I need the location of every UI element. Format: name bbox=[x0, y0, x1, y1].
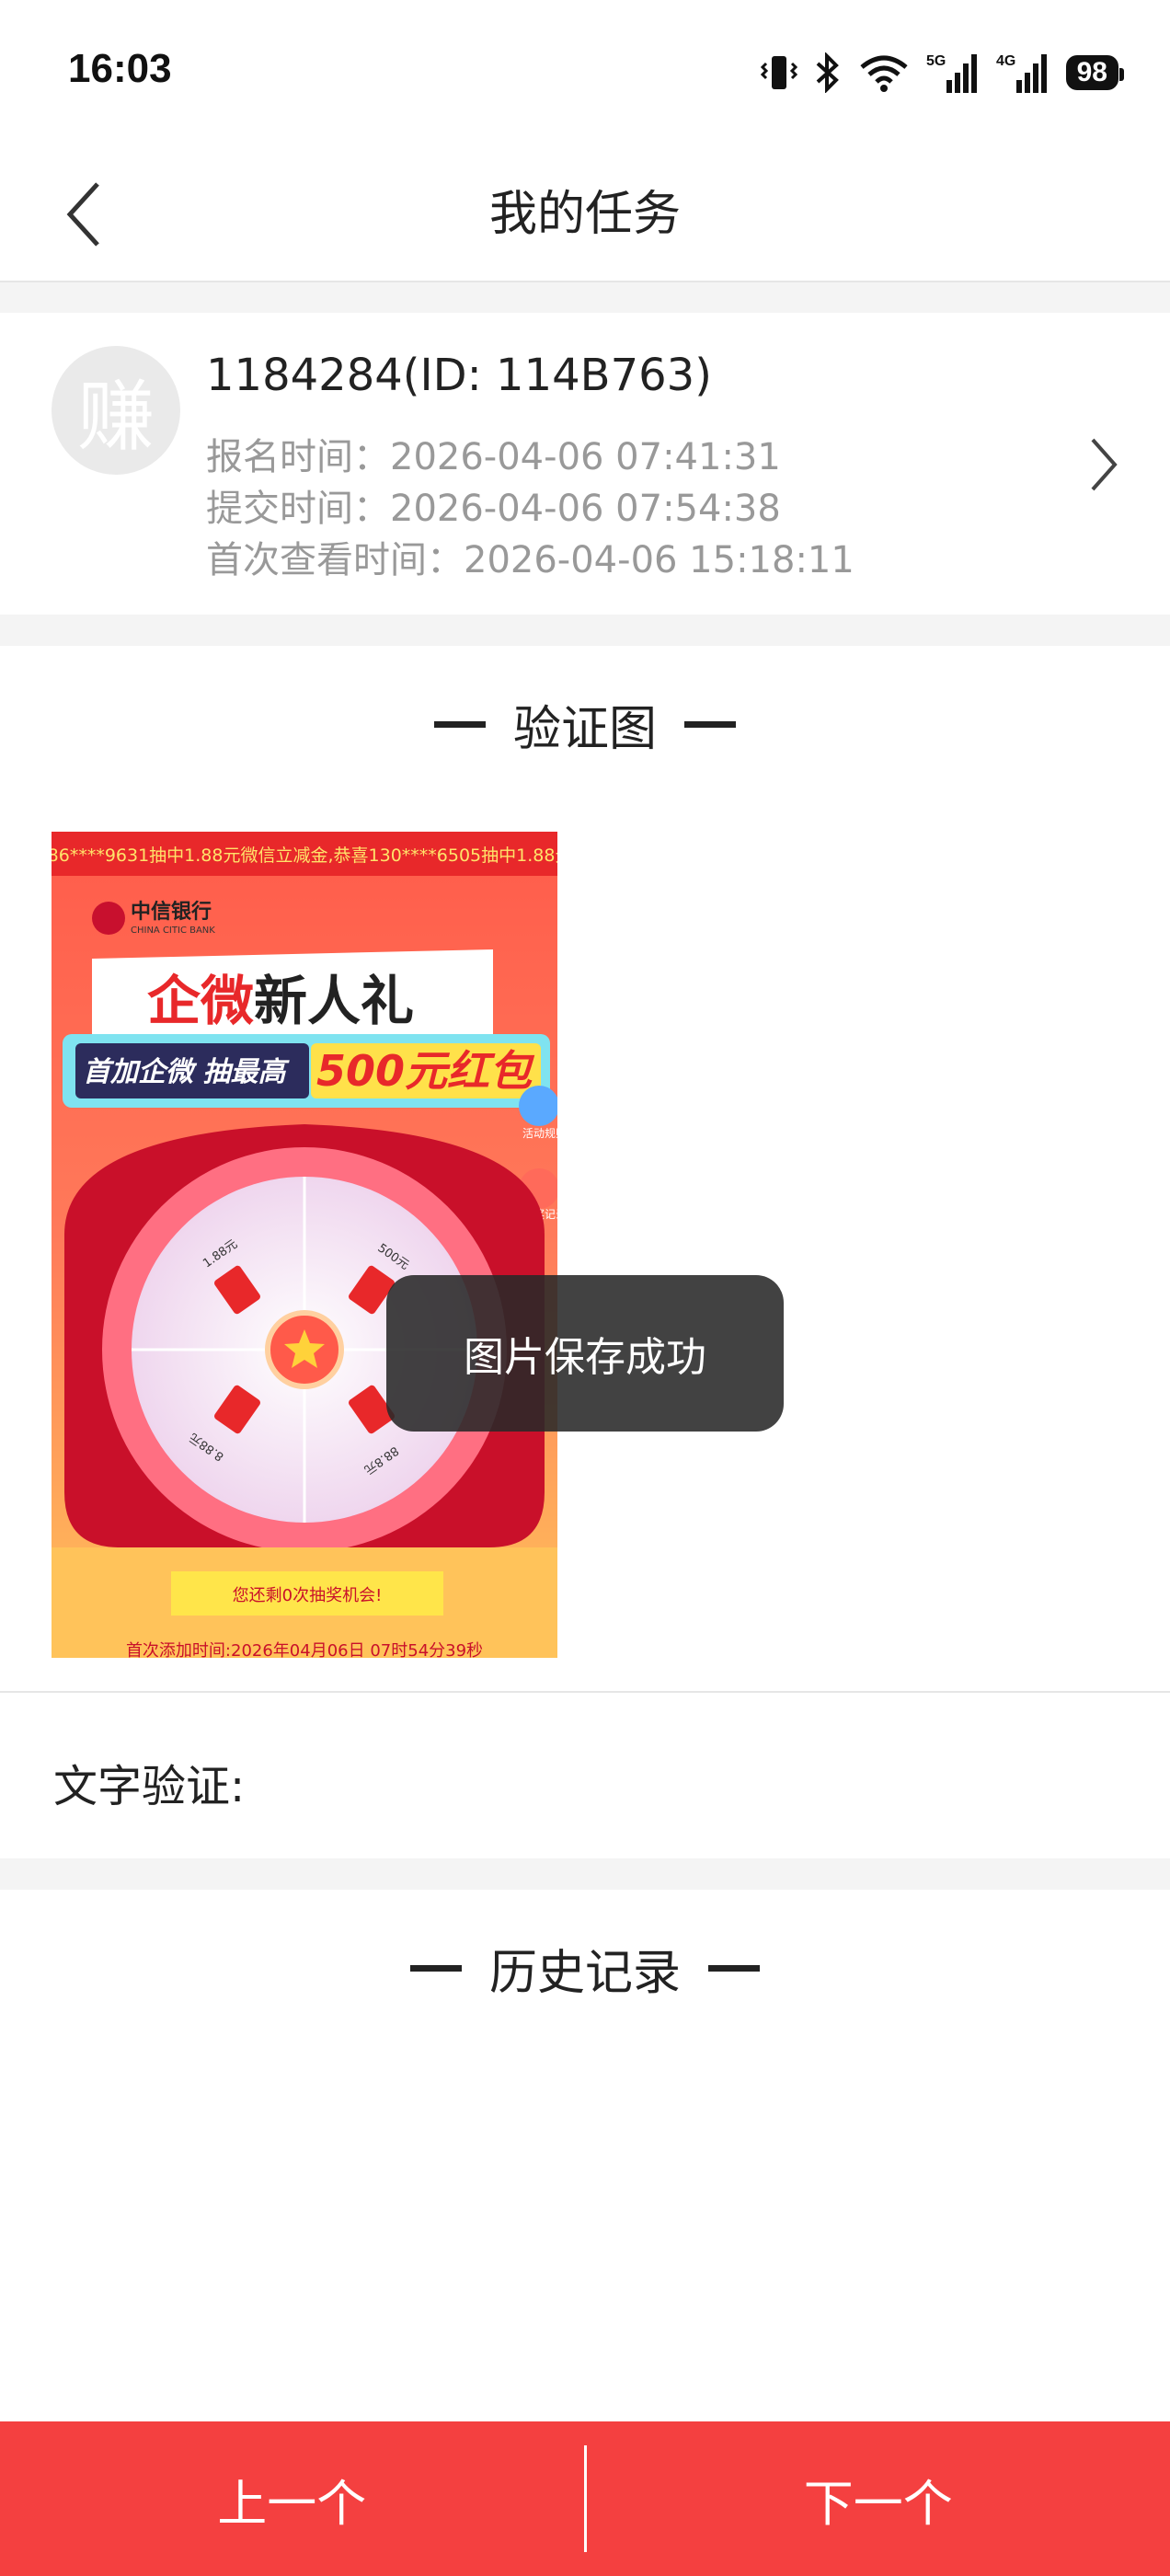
headline-red: 企微 bbox=[147, 970, 254, 1032]
title-dash bbox=[684, 721, 736, 728]
svg-text:5G: 5G bbox=[926, 53, 946, 69]
task-card[interactable]: 赚 1184284(ID: 114B763) 报名时间：2026-04-06 0… bbox=[0, 313, 1170, 615]
user-id: 1184284(ID: 114B763) bbox=[206, 350, 712, 401]
title-dash bbox=[409, 1965, 462, 1972]
chevron-right-icon[interactable] bbox=[1085, 432, 1122, 497]
wifi-icon bbox=[860, 55, 908, 92]
page-title: 我的任务 bbox=[488, 187, 681, 242]
status-bar: 16:03 5G 4G 98 bbox=[0, 0, 1170, 147]
headline-black: 新人礼 bbox=[254, 970, 414, 1032]
text-verify-label: 文字验证: bbox=[53, 1761, 246, 1812]
bottom-bar: 上一个 下一个 bbox=[0, 2421, 1170, 2576]
prev-button[interactable]: 上一个 bbox=[0, 2421, 584, 2576]
submit-row: 提交时间：2026-04-06 07:54:38 bbox=[206, 478, 781, 532]
next-button[interactable]: 下一个 bbox=[587, 2421, 1170, 2576]
bank-logo bbox=[92, 902, 125, 935]
status-icons: 5G 4G 98 bbox=[760, 50, 1125, 96]
title-dash bbox=[708, 1965, 760, 1972]
verify-section: 验证图 186****9631抽中1.88元微信立减金,恭喜130****650… bbox=[0, 646, 1170, 1693]
toast-message: 图片保存成功 bbox=[386, 1275, 784, 1432]
first-view-row: 首次查看时间：2026-04-06 15:18:11 bbox=[206, 530, 855, 583]
history-title: 历史记录 bbox=[0, 1934, 1170, 2003]
chances-text: 您还剩0次抽奖机会! bbox=[233, 1586, 383, 1605]
rules-badge: 活动规则 bbox=[522, 1126, 557, 1140]
signal-4g-icon: 4G bbox=[996, 53, 1047, 93]
battery-icon: 98 bbox=[1065, 55, 1125, 90]
vibrate-icon bbox=[760, 56, 797, 89]
verify-title-text: 验证图 bbox=[512, 702, 657, 757]
text-verify-section: 文字验证: bbox=[0, 1693, 1170, 1858]
svg-text:4G: 4G bbox=[996, 53, 1015, 69]
promo-left: 首加企微 抽最高 bbox=[83, 1056, 290, 1088]
first-view-time: 2026-04-06 15:18:11 bbox=[464, 539, 855, 581]
submit-time: 2026-04-06 07:54:38 bbox=[390, 488, 781, 530]
bank-name-en: CHINA CITIC BANK bbox=[131, 926, 215, 936]
first-view-label: 首次查看时间： bbox=[206, 539, 464, 581]
promo-right: 500元红包 bbox=[316, 1046, 535, 1096]
verify-title: 验证图 bbox=[0, 690, 1170, 759]
nav-bar: 我的任务 bbox=[0, 147, 1170, 282]
submit-label: 提交时间： bbox=[206, 488, 390, 530]
title-dash bbox=[433, 721, 486, 728]
history-section: 历史记录 bbox=[0, 1890, 1170, 2423]
ticker-text: 186****9631抽中1.88元微信立减金,恭喜130****6505抽中1… bbox=[52, 845, 557, 866]
signup-time: 2026-04-06 07:41:31 bbox=[390, 436, 781, 478]
add-time-text: 首次添加时间:2026年04月06日 07时54分39秒 bbox=[126, 1641, 483, 1658]
bluetooth-icon bbox=[816, 52, 839, 93]
status-time: 16:03 bbox=[68, 46, 172, 91]
bank-name: 中信银行 bbox=[131, 900, 212, 924]
signup-label: 报名时间： bbox=[206, 436, 390, 478]
verify-screenshot[interactable]: 186****9631抽中1.88元微信立减金,恭喜130****6505抽中1… bbox=[52, 811, 557, 1658]
signup-row: 报名时间：2026-04-06 07:41:31 bbox=[206, 427, 781, 480]
svg-text:企微新人礼: 企微新人礼 bbox=[147, 970, 414, 1032]
screenshot-image: 186****9631抽中1.88元微信立减金,恭喜130****6505抽中1… bbox=[52, 811, 557, 1658]
history-title-text: 历史记录 bbox=[488, 1946, 681, 2001]
signal-5g-icon: 5G bbox=[926, 53, 977, 93]
avatar: 赚 bbox=[52, 346, 180, 475]
